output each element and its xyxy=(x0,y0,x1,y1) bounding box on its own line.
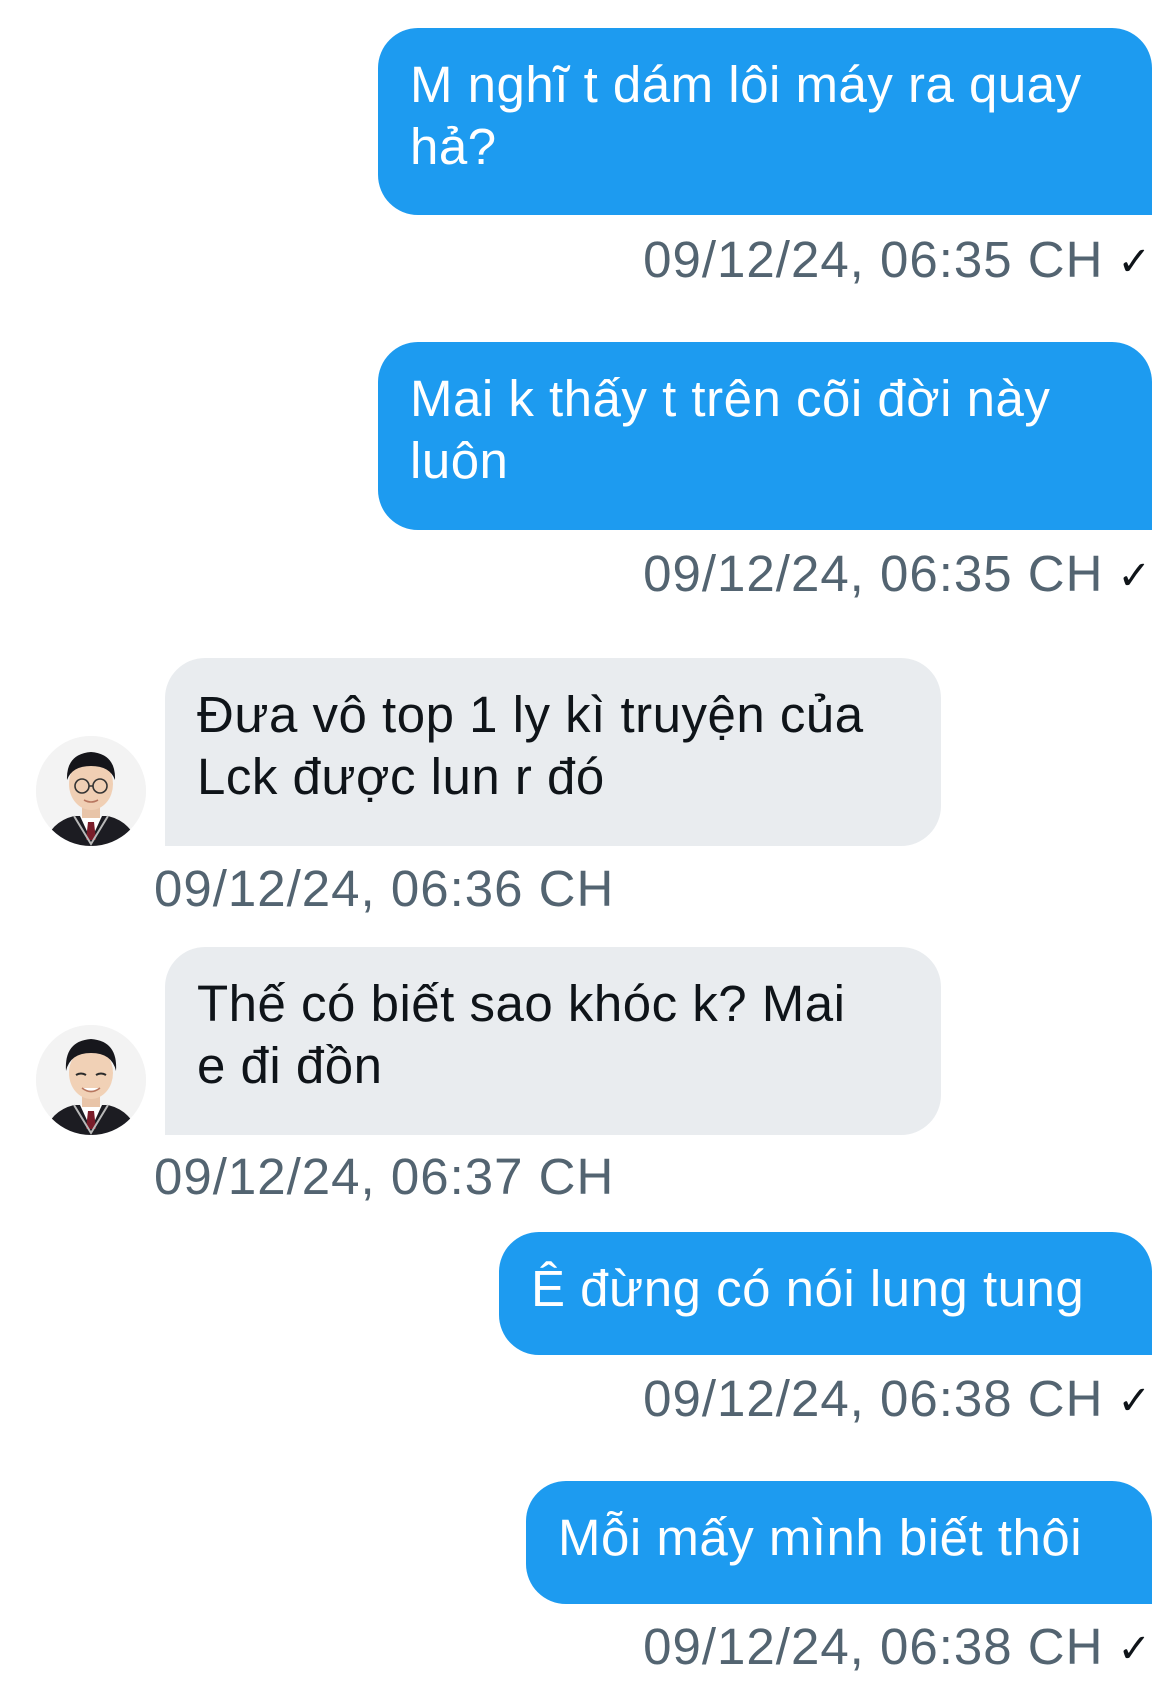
message-text-line: Lck được lun r đó xyxy=(197,748,605,805)
message-meta: 09/12/24, 06:38 CH ✓ xyxy=(643,1369,1152,1431)
message-text-line: luôn xyxy=(410,432,509,489)
checkmark-icon: ✓ xyxy=(1117,240,1152,284)
message-text-line: Mỗi mấy mình biết thôi xyxy=(558,1509,1083,1566)
message-text-line: Ê đừng có nói lung tung xyxy=(531,1260,1085,1317)
message-timestamp: 09/12/24, 06:35 CH xyxy=(643,545,1104,602)
outgoing-message-bubble[interactable]: M nghĩ t dám lôi máy ra quay hả? xyxy=(378,28,1152,215)
avatar[interactable] xyxy=(36,736,146,846)
avatar[interactable] xyxy=(36,1025,146,1135)
checkmark-icon: ✓ xyxy=(1117,1627,1152,1671)
avatar-photo-icon xyxy=(36,736,146,846)
message-timestamp: 09/12/24, 06:38 CH xyxy=(643,1370,1104,1427)
message-meta: 09/12/24, 06:38 CH ✓ xyxy=(643,1617,1152,1679)
conversation-thread: M nghĩ t dám lôi máy ra quay hả? 09/12/2… xyxy=(0,0,1170,1681)
message-text-line: e đi đồn xyxy=(197,1037,383,1094)
message-text-line: M nghĩ t dám lôi máy ra quay xyxy=(410,56,1082,113)
outgoing-message-bubble[interactable]: Mỗi mấy mình biết thôi xyxy=(526,1481,1152,1604)
message-meta: 09/12/24, 06:35 CH ✓ xyxy=(643,544,1152,606)
checkmark-icon: ✓ xyxy=(1117,1379,1152,1423)
message-timestamp: 09/12/24, 06:35 CH xyxy=(643,231,1104,288)
checkmark-icon: ✓ xyxy=(1117,554,1152,598)
message-text-line: Thế có biết sao khóc k? Mai xyxy=(197,975,846,1032)
outgoing-message-bubble[interactable]: Mai k thấy t trên cõi đời này luôn xyxy=(378,342,1152,530)
message-timestamp: 09/12/24, 06:38 CH xyxy=(643,1618,1104,1675)
message-meta: 09/12/24, 06:35 CH ✓ xyxy=(643,230,1152,292)
incoming-message-bubble[interactable]: Thế có biết sao khóc k? Mai e đi đồn xyxy=(165,947,941,1135)
incoming-message-bubble[interactable]: Đưa vô top 1 ly kì truyện của Lck được l… xyxy=(165,658,941,846)
message-text-line: Đưa vô top 1 ly kì truyện của xyxy=(197,686,864,743)
message-text-line: hả? xyxy=(410,118,497,175)
message-timestamp: 09/12/24, 06:37 CH xyxy=(154,1148,615,1205)
avatar-photo-icon xyxy=(36,1025,146,1135)
message-timestamp: 09/12/24, 06:36 CH xyxy=(154,860,615,917)
message-text-line: Mai k thấy t trên cõi đời này xyxy=(410,370,1051,427)
outgoing-message-bubble[interactable]: Ê đừng có nói lung tung xyxy=(499,1232,1152,1355)
